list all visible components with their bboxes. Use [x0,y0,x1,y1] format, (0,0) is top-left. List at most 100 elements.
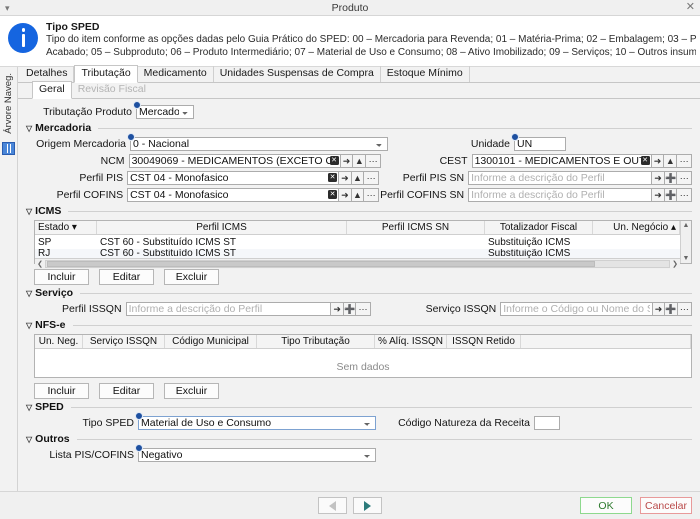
col-tipo-tributacao[interactable]: Tipo Tributação [257,335,375,348]
select-tipo-sped[interactable]: Material de Uso e Consumo [138,416,376,430]
input-perfil-pis[interactable] [127,171,340,185]
hscroll-thumb[interactable] [47,261,596,267]
goto-icon-perfil-cofins-sn[interactable]: ➜ [652,188,665,202]
input-ncm[interactable] [128,154,341,168]
add-icon-servico-issqn[interactable]: ➕ [665,302,678,316]
add-icon-perfil-cofins-sn[interactable]: ➕ [664,188,678,202]
icms-incluir-button[interactable]: Incluir [34,269,89,285]
select-lista-pis-cofins[interactable]: Negativo [138,448,376,462]
input-perfil-cofins-sn[interactable] [468,188,653,202]
nfse-incluir-button[interactable]: Incluir [34,383,89,399]
nfse-editar-button[interactable]: Editar [99,383,154,399]
rail-label-arvore-naveg[interactable]: Árvore Naveg. [3,73,14,134]
input-perfil-cofins[interactable] [127,188,340,202]
subtab-geral[interactable]: Geral [32,81,72,99]
input-codigo-natureza-receita[interactable] [534,416,560,430]
clear-icon[interactable]: ✕ [640,156,650,165]
table-row[interactable]: RJ CST 60 - Substituído ICMS ST Substitu… [35,249,680,258]
col-un-neg[interactable]: Un. Neg. [35,335,83,348]
col-servico-issqn[interactable]: Serviço ISSQN [83,335,165,348]
input-perfil-pis-sn[interactable] [468,171,653,185]
label-cest: CEST [439,155,468,167]
collapse-twisty-icon[interactable]: ▽ [26,435,32,444]
tree-icon-cest[interactable]: ▲ [664,154,678,168]
scroll-down-icon[interactable]: ▼ [683,255,690,262]
scroll-right-icon[interactable]: ❯ [670,260,680,268]
collapse-twisty-icon[interactable]: ▽ [26,403,32,412]
tree-icon-ncm[interactable]: ▲ [353,154,367,168]
col-perfil-icms[interactable]: Perfil ICMS [97,221,347,234]
scroll-up-icon[interactable]: ▲ [683,222,690,229]
clear-icon[interactable]: ✕ [328,190,338,199]
group-title-icms: ICMS [35,205,62,217]
select-tributacao-produto[interactable]: Mercadoria [136,105,194,119]
collapse-twisty-icon[interactable]: ▽ [26,124,32,133]
add-icon-perfil-pis-sn[interactable]: ➕ [664,171,678,185]
goto-icon-perfil-cofins[interactable]: ➜ [339,188,352,202]
col-codigo-municipal[interactable]: Código Municipal [165,335,257,348]
close-icon[interactable]: ✕ [686,1,695,14]
clear-icon[interactable]: ✕ [328,173,338,182]
ok-button[interactable]: OK [580,497,632,514]
navigation-rail: Árvore Naveg. [0,67,18,491]
goto-icon-perfil-pis-sn[interactable]: ➜ [652,171,665,185]
add-icon-perfil-issqn[interactable]: ➕ [343,302,357,316]
nfse-empty-message: Sem dados [336,361,390,373]
icms-editar-button[interactable]: Editar [99,269,154,285]
tab-unidades-suspensas-de-compra[interactable]: Unidades Suspensas de Compra [214,66,381,82]
tree-icon-perfil-cofins[interactable]: ▲ [351,188,365,202]
group-title-outros: Outros [35,433,70,445]
group-body-icms: Estado ▾ Perfil ICMS Perfil ICMS SN Tota… [26,217,692,285]
input-perfil-issqn[interactable] [125,302,332,316]
goto-icon-servico-issqn[interactable]: ➜ [652,302,666,316]
field-row-origem-unidade: Origem Mercadoria 0 - Nacional Unidade [34,133,692,151]
tab-detalhes[interactable]: Detalhes [20,66,75,82]
icms-vertical-scrollbar[interactable]: ▲ ▼ [680,221,691,263]
cell-perfil-icms: CST 60 - Substituído ICMS ST [100,236,236,248]
cancel-button[interactable]: Cancelar [640,497,692,514]
col-totalizador-fiscal[interactable]: Totalizador Fiscal [485,221,593,234]
more-icon-perfil-pis[interactable]: ⋯ [364,171,379,185]
input-unidade[interactable] [514,137,566,151]
clear-icon[interactable]: ✕ [329,156,339,165]
col-perfil-icms-sn[interactable]: Perfil ICMS SN [347,221,485,234]
hscroll-track[interactable] [45,260,670,268]
more-icon-perfil-cofins[interactable]: ⋯ [364,188,379,202]
tab-tributacao[interactable]: Tributação [74,65,138,83]
goto-icon-ncm[interactable]: ➜ [340,154,354,168]
icms-horizontal-scrollbar[interactable]: ❮ ❯ [35,258,680,269]
more-icon-servico-issqn[interactable]: ⋯ [677,302,692,316]
select-origem-mercadoria[interactable]: 0 - Nacional [130,137,388,151]
nfse-excluir-button[interactable]: Excluir [164,383,219,399]
tree-panel-icon[interactable] [2,141,15,155]
tree-icon-perfil-pis[interactable]: ▲ [351,171,365,185]
col-spacer [521,335,691,348]
tab-estoque-minimo[interactable]: Estoque Mínimo [381,66,470,82]
window-menu-icon[interactable]: ▾ [5,2,10,14]
icms-excluir-button[interactable]: Excluir [164,269,219,285]
more-icon-ncm[interactable]: ⋯ [366,154,381,168]
col-issqn-retido[interactable]: ISSQN Retido [447,335,521,348]
input-cest[interactable] [471,154,652,168]
goto-icon-cest[interactable]: ➜ [651,154,665,168]
col-un-negocio[interactable]: Un. Negócio ▴ [593,221,680,234]
collapse-twisty-icon[interactable]: ▽ [26,289,32,298]
more-icon-perfil-issqn[interactable]: ⋯ [356,302,371,316]
more-icon-cest[interactable]: ⋯ [677,154,692,168]
col-estado[interactable]: Estado ▾ [35,221,97,234]
scroll-left-icon[interactable]: ❮ [35,260,45,268]
goto-icon-perfil-issqn[interactable]: ➜ [331,302,344,316]
required-marker-lista-pis-cofins: Negativo [135,444,376,462]
more-icon-perfil-cofins-sn[interactable]: ⋯ [677,188,693,202]
col-aliq-issqn[interactable]: % Alíq. ISSQN [375,335,447,348]
table-row[interactable]: SP CST 60 - Substituído ICMS ST Substitu… [35,235,680,249]
group-header-outros: ▽ Outros [26,433,692,445]
label-tipo-sped: Tipo SPED [82,417,134,429]
collapse-twisty-icon[interactable]: ▽ [26,207,32,216]
input-servico-issqn[interactable] [500,302,653,316]
collapse-twisty-icon[interactable]: ▽ [26,321,32,330]
goto-icon-perfil-pis[interactable]: ➜ [339,171,352,185]
tab-medicamento[interactable]: Medicamento [138,66,214,82]
next-record-button[interactable] [353,497,382,514]
more-icon-perfil-pis-sn[interactable]: ⋯ [677,171,693,185]
